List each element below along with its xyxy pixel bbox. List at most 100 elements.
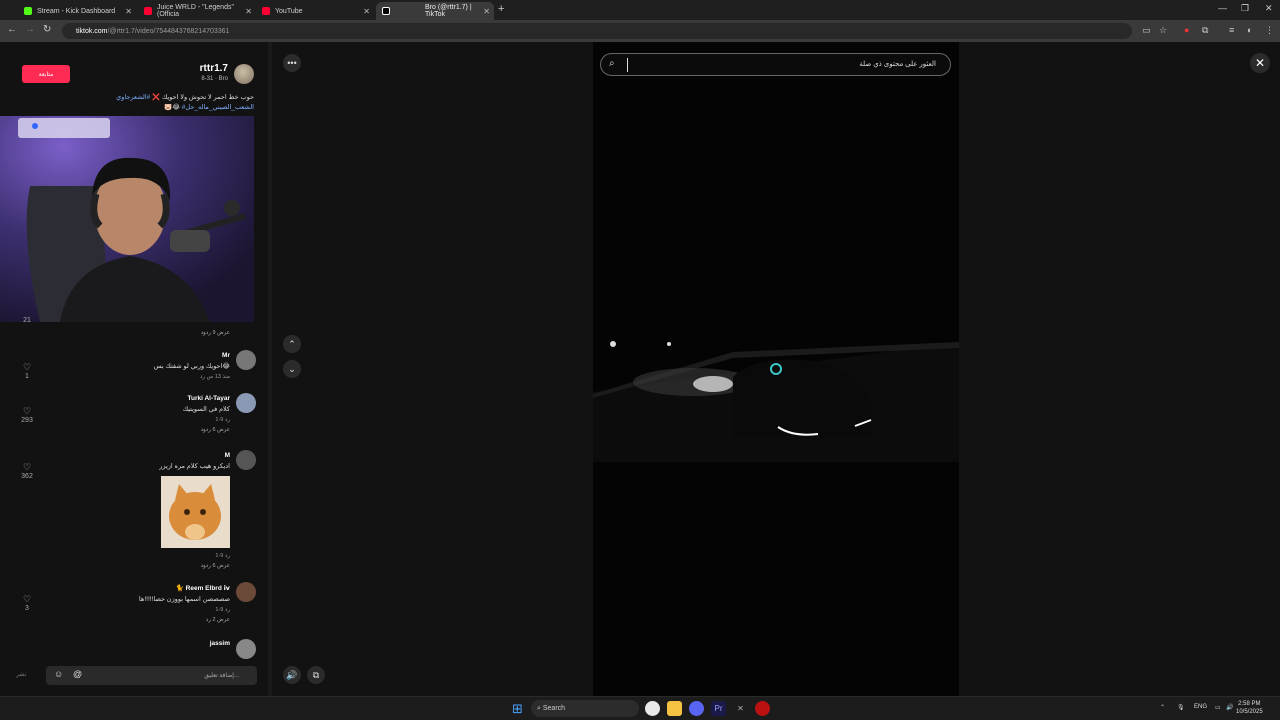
tray-chevron-icon[interactable]: ⌃ [1160,704,1165,711]
comment-avatar[interactable] [236,582,256,602]
menu-icon[interactable]: ⋮ [1265,25,1274,36]
profile-icon[interactable]: ◐ [1247,25,1252,35]
comment-author[interactable]: Mr [154,352,230,359]
forward-icon[interactable]: → [25,24,35,35]
comment-avatar[interactable] [236,350,256,370]
bookmark-star-icon[interactable]: ☆ [1159,25,1167,36]
comment-author[interactable]: M [159,452,230,459]
comment-author[interactable]: Turki Al-Tayar [183,395,230,402]
chevron-down-icon: ⌄ [288,363,296,374]
video-player[interactable] [593,42,959,696]
extension-record-icon[interactable]: ● [1184,25,1189,35]
comment-item-meta: 1-9 رد عرض 6 ردود [201,549,230,569]
comment-avatar[interactable] [236,393,256,413]
view-replies-link[interactable]: عرض 6 ردود [183,427,230,433]
heart-icon[interactable]: ♡ [14,594,40,605]
tab-youtube[interactable]: YouTube ✕ [256,2,374,20]
comment-meta[interactable]: 1-9 رد [183,417,230,423]
mention-icon[interactable]: @ [73,669,82,679]
new-tab-button[interactable]: + [498,3,504,15]
reload-icon[interactable]: ↻ [43,24,51,35]
next-video-button[interactable]: ⌄ [283,360,301,378]
volume-button[interactable]: 🔊 [283,666,301,684]
follow-button[interactable]: متابعة [22,65,70,83]
capcut-icon[interactable]: ✕ [733,701,748,716]
related-search-input[interactable]: ⌕ العثور على محتوى ذي صلة [600,53,951,76]
view-replies-link[interactable]: عرض 2 رد [139,617,230,623]
cast-icon[interactable]: ▭ [1142,25,1151,36]
webcam-overlay [0,116,254,322]
post-caption: حوب خط احمر لا تحوش ولا احويك ❌ #الشعرجا… [14,93,254,113]
caption-emoji: 🐷😂 [164,104,180,111]
text-cursor [627,58,628,72]
tab-title: Juice WRLD - "Legends" (Officia [157,4,234,18]
restore-icon[interactable]: ❐ [1241,3,1249,14]
miniplayer-icon: ⧉ [312,669,320,680]
tab-juice-wrld[interactable]: Juice WRLD - "Legends" (Officia ✕ [138,2,256,20]
tab-tiktok[interactable]: Bro (@rttr1.7) | TikTok ✕ [376,2,494,20]
comment-cat-image[interactable] [161,476,230,548]
like-button[interactable]: ♡ 293 [14,406,40,424]
view-replies-link[interactable]: عرض 6 ردود [201,563,230,569]
like-button[interactable]: ♡ 362 [14,462,40,480]
more-options-button[interactable]: ••• [283,54,301,72]
chevron-up-icon: ⌃ [288,338,296,349]
post-comment-button[interactable]: نشر [16,671,26,678]
hashtag-link[interactable]: #الشعب_الصيني_ماله_حل [182,104,254,111]
comment-input[interactable]: ☺ @ إضافة تعليق... [46,666,257,685]
windows-start-icon[interactable]: ⊞ [510,701,525,716]
chrome-icon[interactable] [645,701,660,716]
window-close-icon[interactable]: ✕ [1265,3,1273,14]
language-indicator[interactable]: ENG [1194,704,1207,710]
minimize-icon[interactable]: — [1218,3,1227,13]
clock-time: 2:58 PM [1238,701,1261,707]
discord-icon[interactable] [689,701,704,716]
close-icon[interactable]: ✕ [363,7,370,16]
comment-author[interactable]: 🐈 Reem Elbrd ⅳ [139,584,230,592]
extensions-icon[interactable]: ⧉ [1202,25,1208,36]
comment-avatar[interactable] [236,639,256,659]
comment-item: M اديكرو هيب كلام مره ازيزر [159,452,230,470]
network-icon[interactable]: ▭ [1215,704,1221,711]
author-avatar[interactable] [234,64,254,84]
obs-icon[interactable] [755,701,770,716]
comment-meta[interactable]: 1-9 رد [201,553,230,559]
windows-taskbar: ⊞ ⌕ Search Pr ✕ ⌃ 🎙 ENG ▭ 🔊 2:58 PM 10/5… [0,696,1280,720]
comment-author[interactable]: jassim [210,640,230,647]
taskbar-search[interactable]: ⌕ Search [531,700,639,717]
hashtag-link[interactable]: #الشعرجاوي [116,94,150,101]
clock-date: 10/5/2025 [1236,709,1263,715]
youtube-icon [262,7,270,15]
caption-text: حوب خط احمر لا تحوش ولا احويك ❌ [152,94,254,101]
back-icon[interactable]: ← [7,24,17,35]
microphone-icon[interactable]: 🎙 [1177,704,1185,711]
more-dots-icon: ••• [287,58,297,68]
previous-video-button[interactable]: ⌃ [283,335,301,353]
like-button[interactable]: ♡ 1 [14,362,40,380]
comment-item: Turki Al-Tayar كلام في السويتيك 1-9 رد ع… [183,395,230,433]
url-field[interactable]: tiktok.com/@rttr1.7/video/75448437682147… [62,23,1132,39]
close-icon[interactable]: ✕ [125,7,132,16]
close-icon[interactable]: ✕ [483,7,490,16]
view-replies-link[interactable]: عرض 9 ردود [201,330,230,336]
author-username[interactable]: rttr1.7 [200,63,228,74]
system-clock[interactable]: 2:58 PM 10/5/2025 [1236,700,1263,716]
heart-icon[interactable]: ♡ [14,362,40,373]
search-icon[interactable]: ⌕ [609,58,615,69]
heart-icon[interactable]: ♡ [14,462,40,473]
close-video-button[interactable]: ✕ [1250,53,1270,73]
close-icon[interactable]: ✕ [245,7,252,16]
comment-meta[interactable]: منذ 13 س رد [154,374,230,380]
media-icon[interactable]: ≡ [1229,25,1234,35]
comment-item: 🐈 Reem Elbrd ⅳ صصصصن اسمها بووزن حصا!!!!… [139,584,230,623]
file-explorer-icon[interactable] [667,701,682,716]
volume-icon[interactable]: 🔊 [1226,704,1233,711]
comment-avatar[interactable] [236,450,256,470]
emoji-icon[interactable]: ☺ [54,669,63,679]
miniplayer-button[interactable]: ⧉ [307,666,325,684]
premiere-icon[interactable]: Pr [711,701,726,716]
like-button[interactable]: ♡ 3 [14,594,40,612]
heart-icon[interactable]: ♡ [14,406,40,417]
tab-kick[interactable]: Stream - Kick Dashboard ✕ [18,2,136,20]
comment-meta[interactable]: 1-9 رد [139,607,230,613]
